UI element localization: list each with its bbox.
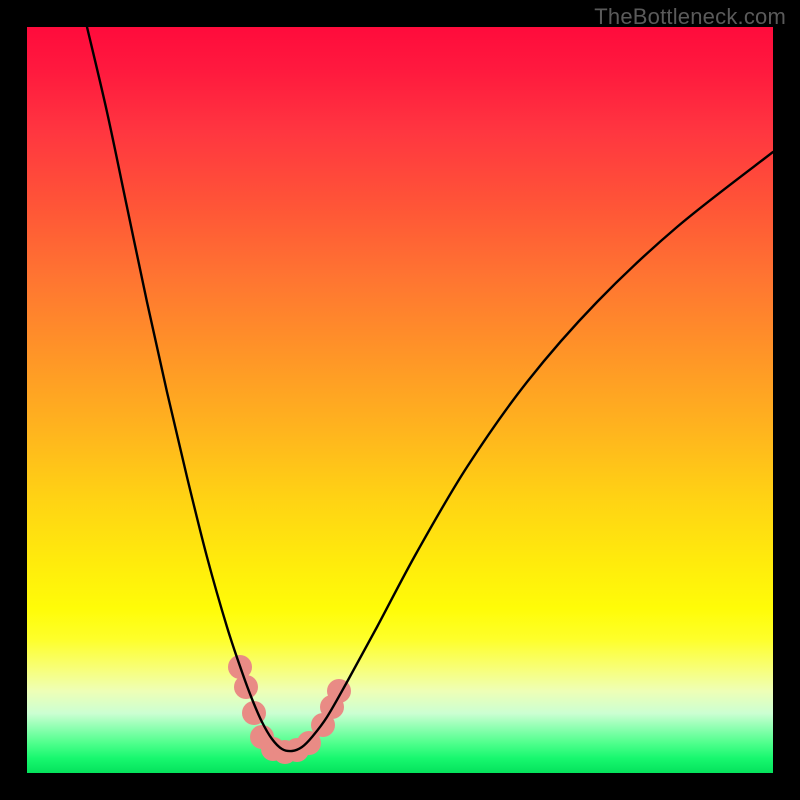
- watermark-text: TheBottleneck.com: [594, 4, 786, 30]
- bottleneck-curve: [87, 27, 773, 751]
- highlight-dot: [234, 675, 258, 699]
- chart-svg: [27, 27, 773, 773]
- outer-frame: TheBottleneck.com: [0, 0, 800, 800]
- plot-area: [27, 27, 773, 773]
